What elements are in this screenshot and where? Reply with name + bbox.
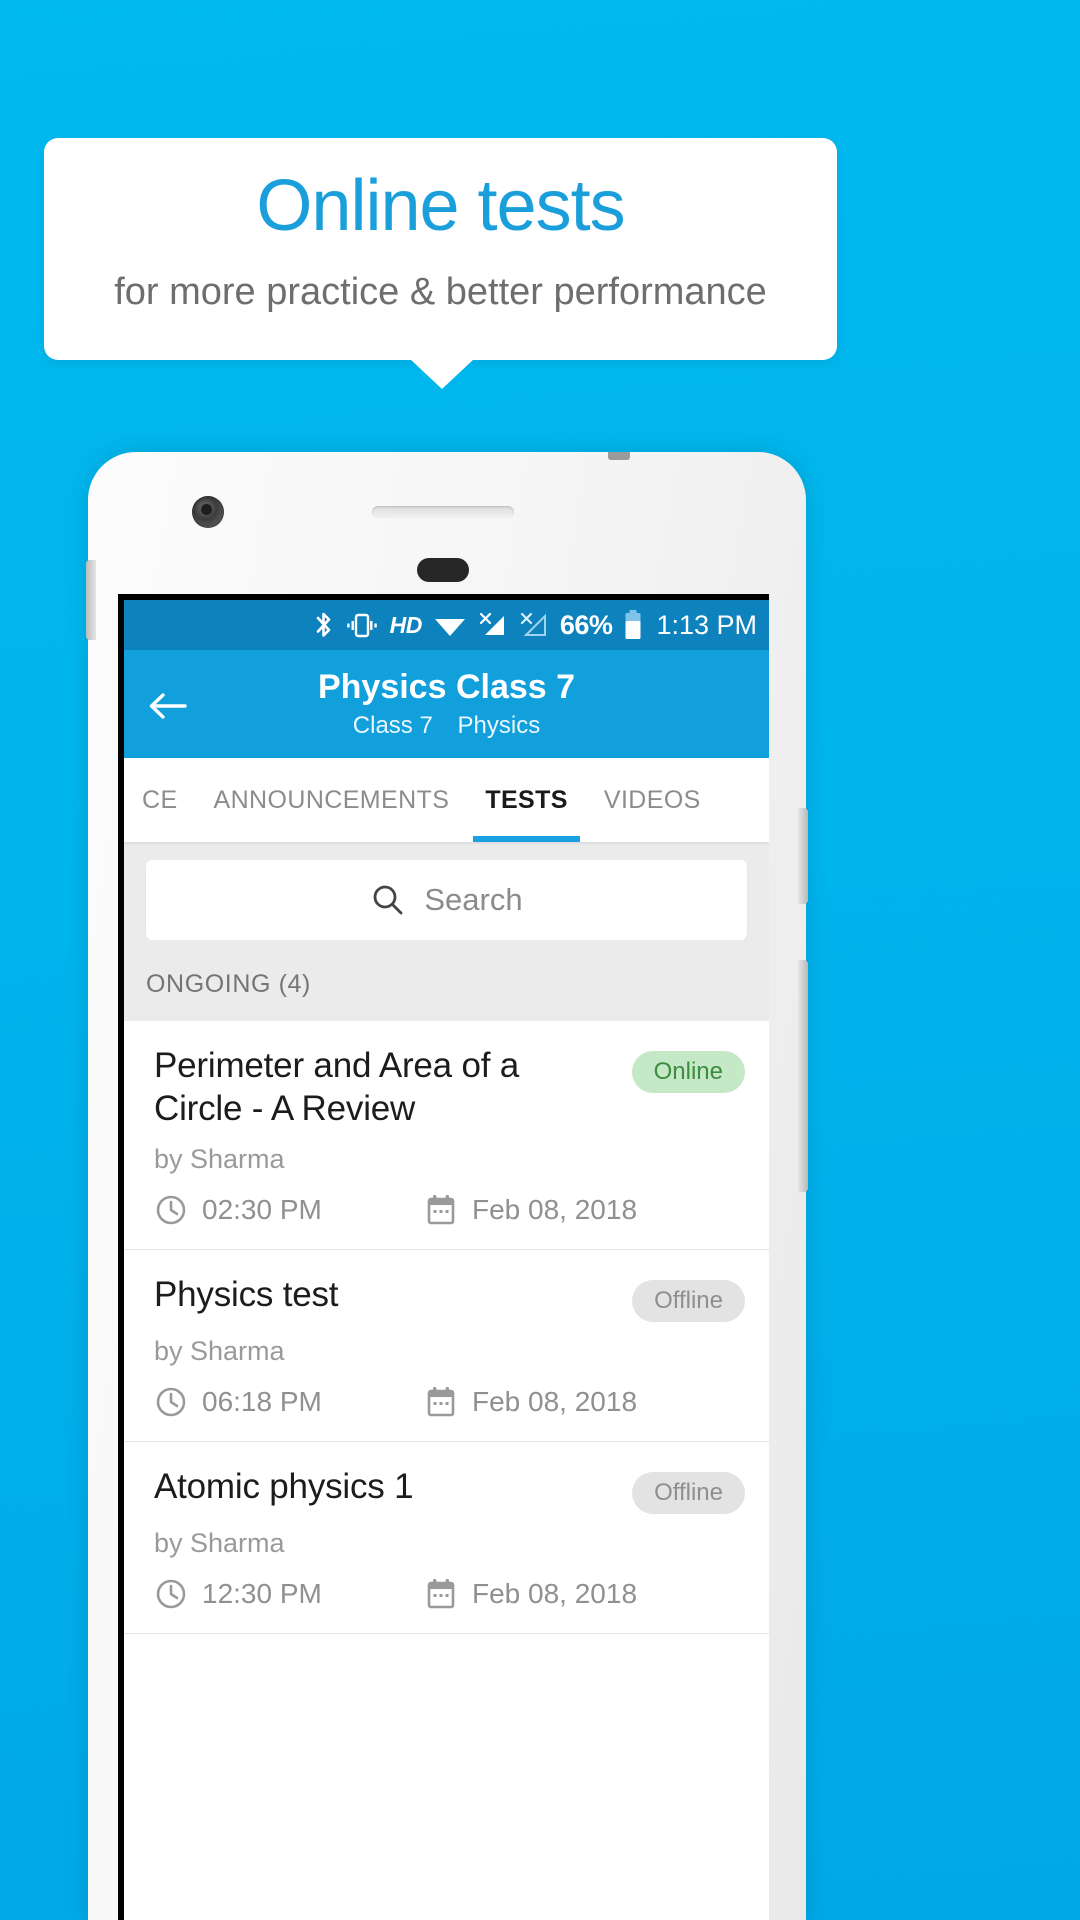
test-author: by Sharma bbox=[154, 1144, 285, 1175]
list-item[interactable]: Perimeter and Area of a Circle - A Revie… bbox=[124, 1021, 769, 1251]
test-time: 02:30 PM bbox=[154, 1193, 424, 1227]
search-input[interactable]: Search bbox=[146, 860, 747, 940]
test-date-label: Feb 08, 2018 bbox=[472, 1386, 638, 1418]
phone-screen-bezel: HD 66% 1:13 PM Physics Class 7 Class 7 P… bbox=[118, 594, 769, 1920]
search-placeholder: Search bbox=[424, 882, 523, 917]
battery-percent-label: 66% bbox=[559, 609, 613, 640]
app-bar-titles: Physics Class 7 Class 7 Physics bbox=[124, 667, 769, 740]
tab-ce[interactable]: CE bbox=[124, 758, 196, 842]
test-time-label: 12:30 PM bbox=[202, 1578, 322, 1610]
test-author: by Sharma bbox=[154, 1336, 285, 1367]
front-camera-icon bbox=[192, 496, 224, 528]
bluetooth-icon bbox=[314, 610, 334, 640]
search-icon bbox=[373, 885, 403, 915]
test-card-header: Perimeter and Area of a Circle - A Revie… bbox=[154, 1045, 745, 1130]
phone-top-antenna bbox=[608, 452, 630, 460]
signal-sim1-icon bbox=[478, 610, 508, 640]
test-time-label: 06:18 PM bbox=[202, 1386, 322, 1418]
test-meta: 06:18 PM Feb 08, 2018 bbox=[154, 1385, 745, 1419]
test-meta: 12:30 PM Feb 08, 2018 bbox=[154, 1577, 745, 1611]
battery-icon bbox=[623, 609, 643, 641]
test-time-label: 02:30 PM bbox=[202, 1194, 322, 1226]
clock-icon bbox=[156, 1388, 186, 1417]
test-date-label: Feb 08, 2018 bbox=[472, 1578, 638, 1610]
breadcrumb-class: Class 7 bbox=[352, 712, 433, 739]
test-author: by Sharma bbox=[154, 1528, 285, 1559]
back-arrow-icon bbox=[149, 693, 187, 719]
test-title: Atomic physics 1 bbox=[154, 1467, 414, 1507]
promo-bubble-tail bbox=[410, 359, 474, 389]
hd-icon: HD bbox=[389, 611, 423, 638]
promo-subtitle: for more practice & better performance bbox=[114, 271, 767, 313]
tests-list: Perimeter and Area of a Circle - A Revie… bbox=[124, 1021, 769, 1635]
calendar-icon bbox=[427, 1195, 455, 1225]
breadcrumb: Class 7 Physics bbox=[124, 712, 769, 739]
test-title: Physics test bbox=[154, 1275, 339, 1315]
signal-sim2-icon bbox=[519, 610, 549, 640]
test-time: 12:30 PM bbox=[154, 1577, 424, 1611]
vibrate-icon bbox=[345, 610, 379, 640]
tab-bar: CE ANNOUNCEMENTS TESTS VIDEOS bbox=[124, 758, 769, 842]
status-badge: Online bbox=[631, 1051, 745, 1093]
search-area: Search bbox=[124, 842, 769, 940]
test-meta: 02:30 PM Feb 08, 2018 bbox=[154, 1193, 745, 1227]
status-bar: HD 66% 1:13 PM bbox=[124, 600, 769, 650]
test-date: Feb 08, 2018 bbox=[424, 1577, 637, 1611]
phone-left-edge-button bbox=[86, 560, 96, 640]
list-item[interactable]: Atomic physics 1 Offline by Sharma 12:30… bbox=[124, 1442, 769, 1635]
test-card-header: Atomic physics 1 Offline bbox=[154, 1466, 745, 1515]
tab-tests[interactable]: TESTS bbox=[467, 758, 586, 842]
test-title: Perimeter and Area of a Circle - A Revie… bbox=[154, 1046, 520, 1128]
status-badge: Offline bbox=[632, 1280, 745, 1323]
test-card-header: Physics test Offline bbox=[154, 1274, 745, 1323]
breadcrumb-subject: Physics bbox=[457, 712, 541, 739]
tab-videos[interactable]: VIDEOS bbox=[586, 758, 719, 842]
wifi-icon bbox=[433, 610, 467, 640]
section-header-ongoing: ONGOING (4) bbox=[124, 940, 769, 1021]
back-button[interactable] bbox=[146, 686, 190, 726]
calendar-icon bbox=[427, 1387, 455, 1417]
test-date-label: Feb 08, 2018 bbox=[472, 1194, 638, 1226]
list-item[interactable]: Physics test Offline by Sharma 06:18 PM bbox=[124, 1250, 769, 1443]
promo-bubble: Online tests for more practice & better … bbox=[44, 138, 837, 360]
test-date: Feb 08, 2018 bbox=[424, 1193, 637, 1227]
promo-title: Online tests bbox=[256, 166, 625, 246]
phone-power-button bbox=[798, 808, 808, 904]
phone-screen: HD 66% 1:13 PM Physics Class 7 Class 7 P… bbox=[124, 600, 769, 1920]
app-bar: Physics Class 7 Class 7 Physics bbox=[124, 650, 769, 758]
calendar-icon bbox=[427, 1579, 455, 1609]
clock-icon bbox=[156, 1196, 186, 1225]
status-bar-clock: 1:13 PM bbox=[656, 609, 757, 640]
test-date: Feb 08, 2018 bbox=[424, 1385, 637, 1419]
test-time: 06:18 PM bbox=[154, 1385, 424, 1419]
clock-icon bbox=[156, 1580, 186, 1609]
proximity-sensor bbox=[417, 558, 469, 582]
earpiece-speaker bbox=[372, 506, 514, 518]
phone-volume-button bbox=[798, 960, 808, 1192]
page-title: Physics Class 7 bbox=[317, 667, 576, 706]
tab-announcements[interactable]: ANNOUNCEMENTS bbox=[196, 758, 468, 842]
status-badge: Offline bbox=[632, 1472, 745, 1515]
